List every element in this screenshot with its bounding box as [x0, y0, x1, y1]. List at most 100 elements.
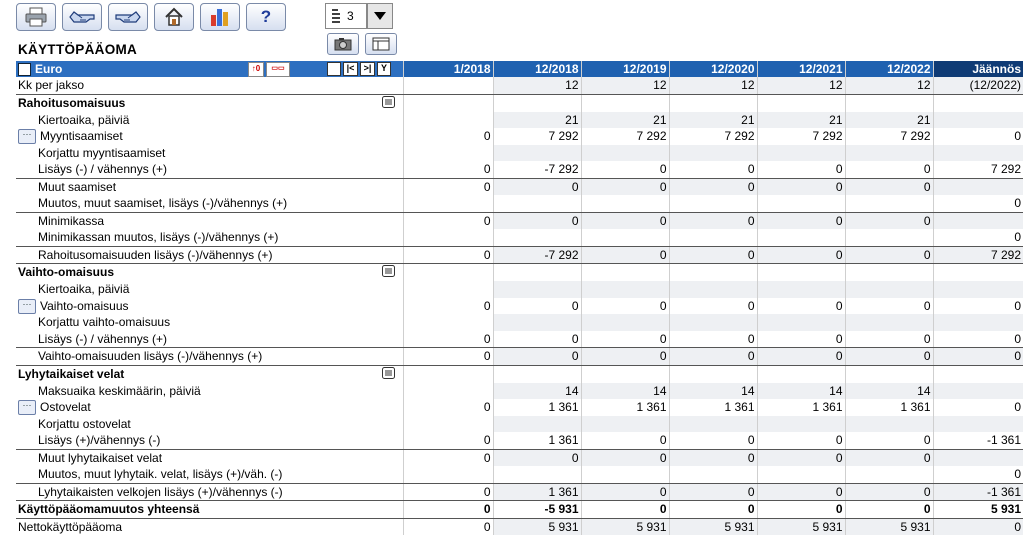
value-cell: 12	[845, 77, 934, 95]
value-cell	[493, 365, 582, 383]
value-cell: 0	[757, 347, 846, 366]
value-cell: 0	[403, 212, 494, 229]
more-options-icon[interactable]: ···	[18, 298, 36, 314]
row-label-cell: Rahoitusomaisuus	[16, 94, 404, 112]
row-label: Lisäys (+)/vähennys (-)	[38, 433, 161, 448]
row-label-cell: ··· Ostovelat	[16, 399, 404, 416]
forward-button[interactable]	[108, 3, 148, 31]
row-label-cell: Käyttöpääomamuutos yhteensä	[16, 500, 404, 519]
value-cell: 0	[403, 500, 494, 519]
value-cell	[581, 144, 670, 161]
section-notes-icon[interactable]	[381, 95, 395, 112]
layout-button[interactable]	[365, 33, 397, 55]
value-cell: 21	[669, 111, 758, 128]
value-cell: 12	[581, 77, 670, 95]
row-label: Myyntisaamiset	[40, 129, 123, 144]
back-button[interactable]	[62, 3, 102, 31]
page-title: KÄYTTÖPÄÄOMA	[18, 42, 138, 57]
value-cell	[403, 415, 494, 432]
value-cell: 0	[403, 128, 494, 145]
zoom-icon[interactable]: ▭▭	[266, 62, 290, 77]
camera-button[interactable]	[327, 33, 359, 55]
row-label-cell: Lisäys (+)/vähennys (-)	[16, 432, 404, 450]
section-notes-icon[interactable]	[381, 265, 395, 281]
section-notes-icon[interactable]	[381, 366, 395, 383]
value-cell	[493, 195, 582, 213]
value-cell	[669, 195, 758, 213]
row-label-cell: Vaihto-omaisuuden lisäys (-)/vähennys (+…	[16, 347, 404, 366]
value-cell: 0	[581, 483, 670, 501]
row-label: Ostovelat	[40, 400, 91, 415]
value-cell: 0	[581, 246, 670, 264]
main-toolbar: ?	[16, 3, 286, 33]
value-cell: 0	[669, 178, 758, 195]
table-row: Vaihto-omaisuuden lisäys (-)/vähennys (+…	[16, 347, 1023, 366]
value-cell	[933, 144, 1023, 161]
row-label: Vaihto-omaisuuden lisäys (-)/vähennys (+…	[38, 349, 263, 364]
row-label-cell: Kiertoaika, päiviä	[16, 111, 404, 128]
value-cell: 1 361	[757, 399, 846, 416]
value-cell: 14	[581, 382, 670, 399]
value-cell: 0	[669, 212, 758, 229]
last-page-icon[interactable]: >|	[360, 62, 375, 76]
collapse-icon[interactable]	[327, 62, 341, 76]
row-label: Vaihto-omaisuus	[18, 265, 115, 279]
value-cell: 0	[581, 449, 670, 466]
print-button[interactable]	[16, 3, 56, 31]
value-cell: -1 361	[933, 483, 1023, 501]
value-cell: 0	[403, 399, 494, 416]
more-options-icon[interactable]: ···	[18, 129, 36, 145]
table-header-row: Euro ↑0 ▭▭ |< >| Y 1/2018 12/2018 12/201…	[16, 61, 1023, 77]
value-cell: 0	[757, 212, 846, 229]
value-cell	[933, 178, 1023, 195]
row-label-cell: Maksuaika keskimäärin, päiviä	[16, 382, 404, 399]
value-cell	[933, 212, 1023, 229]
sort-icon[interactable]: ↑0	[248, 62, 264, 77]
row-label-cell: Rahoitusomaisuuden lisäys (-)/vähennys (…	[16, 246, 404, 264]
value-cell: 0	[757, 500, 846, 519]
help-button[interactable]: ?	[246, 3, 286, 31]
value-cell: 0	[933, 347, 1023, 366]
value-cell: 0	[757, 483, 846, 501]
period-selector[interactable]: 3	[325, 3, 393, 29]
table-row: Minimikassan muutos, lisäys (-)/vähennys…	[16, 229, 1023, 247]
value-cell: 0	[933, 466, 1023, 484]
filter-icon[interactable]: Y	[377, 62, 391, 76]
value-cell	[757, 229, 846, 247]
table-row: Maksuaika keskimäärin, päiviä 14 14 14 14 14	[16, 382, 1023, 399]
value-cell: 0	[669, 246, 758, 264]
value-cell	[403, 314, 494, 331]
working-capital-table: Euro ↑0 ▭▭ |< >| Y 1/2018 12/2018 12/201…	[16, 61, 1023, 535]
value-cell	[933, 264, 1023, 282]
value-cell	[581, 365, 670, 383]
value-cell	[845, 229, 934, 247]
value-cell: 0	[669, 449, 758, 466]
row-label: Minimikassan muutos, lisäys (-)/vähennys…	[38, 230, 279, 245]
value-cell: 0	[933, 229, 1023, 247]
dropdown-arrow-icon[interactable]	[367, 3, 393, 29]
value-cell: 0	[845, 297, 934, 314]
row-label-cell: Vaihto-omaisuus	[16, 263, 404, 281]
value-cell: 1 361	[845, 399, 934, 416]
value-cell: 7 292	[845, 128, 934, 145]
value-cell	[845, 281, 934, 298]
chart-button[interactable]	[200, 3, 240, 31]
value-cell	[403, 195, 494, 213]
table-row: Käyttöpääomamuutos yhteensä 0 -5 931 0 0 0 0 5 …	[16, 500, 1023, 519]
row-label-cell: Muutos, muut lyhytaik. velat, lisäys (+)…	[16, 466, 404, 484]
row-label-cell: Kiertoaika, päiviä	[16, 281, 404, 298]
value-cell: 0	[493, 449, 582, 466]
value-cell: 0	[845, 432, 934, 450]
value-cell	[845, 144, 934, 161]
more-options-icon[interactable]: ···	[18, 400, 36, 416]
value-cell: 14	[845, 382, 934, 399]
value-cell: 0	[845, 161, 934, 179]
value-cell: 0	[757, 161, 846, 179]
value-cell	[493, 281, 582, 298]
table-row: Lisäys (+)/vähennys (-) 0 1 361 0 0 0 0 -1 361	[16, 432, 1023, 450]
column-header: 1/2018	[403, 61, 494, 77]
home-button[interactable]	[154, 3, 194, 31]
value-cell	[403, 263, 494, 281]
first-page-icon[interactable]: |<	[343, 62, 358, 76]
table-menu-icon[interactable]	[18, 63, 31, 77]
